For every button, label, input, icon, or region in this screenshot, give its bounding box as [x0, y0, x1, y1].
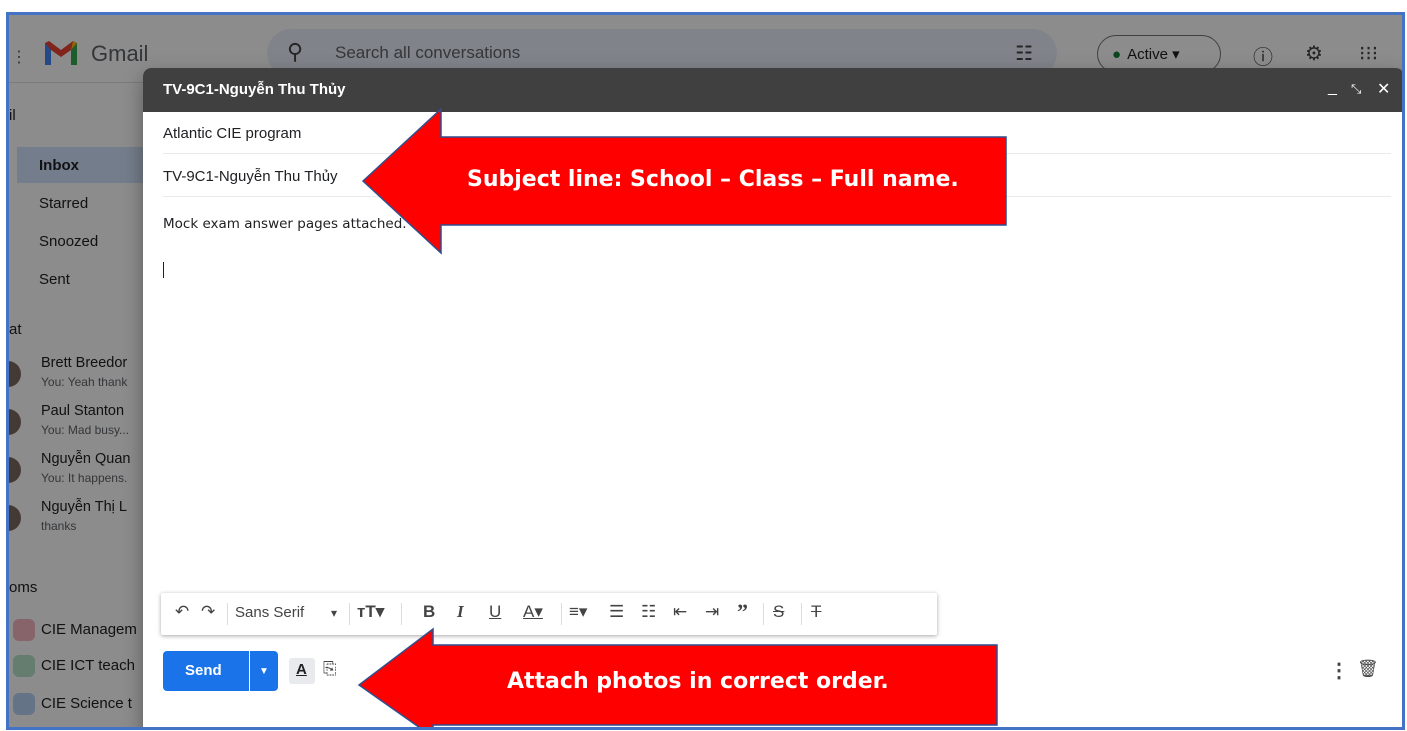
toolbar-divider: [763, 603, 764, 625]
exit-fullscreen-icon[interactable]: ⤡: [1351, 81, 1361, 97]
attach-file-icon[interactable]: ⎘: [323, 659, 337, 679]
send-options-chevron-icon[interactable]: ▼: [250, 651, 278, 691]
undo-icon[interactable]: ↶: [175, 602, 189, 622]
toolbar-divider: [227, 603, 228, 625]
toolbar-divider: [401, 603, 402, 625]
recipient-value: Atlantic CIE program: [163, 125, 302, 142]
minimize-icon[interactable]: _: [1328, 79, 1337, 97]
attach-annotation-text: Attach photos in correct order.: [507, 669, 889, 694]
quote-icon[interactable]: ”: [737, 599, 748, 625]
indent-more-icon[interactable]: ⇥: [705, 602, 719, 622]
italic-icon[interactable]: I: [457, 602, 464, 622]
strikethrough-icon[interactable]: S: [773, 602, 784, 622]
font-size-icon[interactable]: тT▾: [357, 602, 384, 622]
toolbar-divider: [801, 603, 802, 625]
redo-icon[interactable]: ↷: [201, 602, 215, 622]
discard-draft-trash-icon[interactable]: 🗑: [1357, 659, 1379, 679]
subject-value: TV-9C1-Nguyễn Thu Thủy: [163, 168, 338, 185]
close-icon[interactable]: ✕: [1377, 79, 1390, 99]
toolbar-divider: [561, 603, 562, 625]
numbered-list-icon[interactable]: ☰: [609, 602, 624, 622]
more-options-icon[interactable]: ⋮: [1329, 658, 1349, 683]
align-icon[interactable]: ≡▾: [569, 602, 587, 622]
send-button[interactable]: Send: [163, 651, 249, 691]
text-color-icon[interactable]: A▾: [523, 602, 543, 622]
screenshot-frame: ⋮ Gmail ⚲ Search all conversations ☷ ● Ac…: [6, 12, 1405, 730]
text-caret: [163, 262, 164, 278]
font-dropdown-icon[interactable]: ▾: [331, 606, 337, 620]
compose-header[interactable]: TV-9C1-Nguyễn Thu Thủy _ ⤡ ✕: [143, 68, 1402, 112]
bold-icon[interactable]: B: [423, 602, 435, 622]
compose-title: TV-9C1-Nguyễn Thu Thủy: [163, 81, 346, 98]
font-family-select[interactable]: Sans Serif: [235, 604, 304, 621]
subject-annotation-text: Subject line: School – Class – Full name…: [467, 167, 959, 192]
indent-less-icon[interactable]: ⇤: [673, 602, 687, 622]
bulleted-list-icon[interactable]: ☷: [641, 602, 656, 622]
remove-formatting-icon[interactable]: T: [811, 602, 821, 622]
toolbar-divider: [349, 603, 350, 625]
underline-icon[interactable]: U: [489, 602, 501, 622]
formatting-options-icon[interactable]: A: [289, 658, 315, 684]
